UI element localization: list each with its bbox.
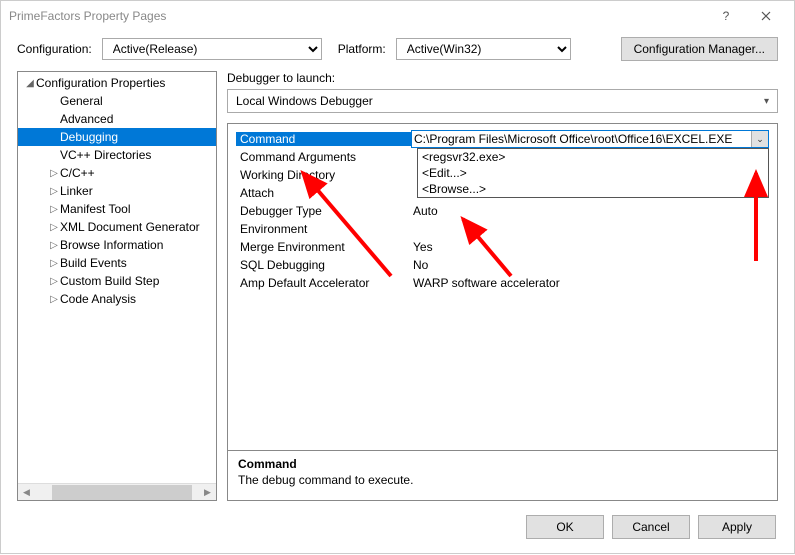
tree-item-custom-build-step[interactable]: ▷Custom Build Step: [18, 272, 216, 290]
chevron-down-icon: ▾: [764, 96, 769, 107]
debugger-launch-label: Debugger to launch:: [227, 71, 778, 85]
configuration-select[interactable]: Active(Release): [102, 38, 322, 60]
tree-item-general[interactable]: General: [18, 92, 216, 110]
description-panel: Command The debug command to execute.: [227, 451, 778, 501]
config-row: Configuration: Active(Release) Platform:…: [1, 31, 794, 71]
tree-item-code-analysis[interactable]: ▷Code Analysis: [18, 290, 216, 308]
chevron-down-icon[interactable]: ⌄: [751, 131, 768, 147]
tree-item-browse-information[interactable]: ▷Browse Information: [18, 236, 216, 254]
description-text: The debug command to execute.: [238, 473, 767, 487]
ok-button[interactable]: OK: [526, 515, 604, 539]
grid-row-merge-environment[interactable]: Merge EnvironmentYes: [236, 238, 769, 256]
dropdown-option[interactable]: <regsvr32.exe>: [418, 149, 768, 165]
tree-item-manifest-tool[interactable]: ▷Manifest Tool: [18, 200, 216, 218]
tree-item-c-c-[interactable]: ▷C/C++: [18, 164, 216, 182]
description-title: Command: [238, 457, 767, 471]
tree-item-vc-directories[interactable]: VC++ Directories: [18, 146, 216, 164]
grid-row-debugger-type[interactable]: Debugger TypeAuto: [236, 202, 769, 220]
tree-item-xml-document-generator[interactable]: ▷XML Document Generator: [18, 218, 216, 236]
tree-item-debugging[interactable]: Debugging: [18, 128, 216, 146]
platform-select[interactable]: Active(Win32): [396, 38, 571, 60]
configuration-manager-button[interactable]: Configuration Manager...: [621, 37, 778, 61]
dropdown-option[interactable]: <Edit...>: [418, 165, 768, 181]
property-grid[interactable]: CommandC:\Program Files\Microsoft Office…: [227, 123, 778, 451]
grid-row-amp-default-accelerator[interactable]: Amp Default AcceleratorWARP software acc…: [236, 274, 769, 292]
configuration-label: Configuration:: [17, 42, 92, 56]
tree-item-linker[interactable]: ▷Linker: [18, 182, 216, 200]
title-bar: PrimeFactors Property Pages ?: [1, 1, 794, 31]
grid-row-command[interactable]: CommandC:\Program Files\Microsoft Office…: [236, 130, 769, 148]
grid-row-sql-debugging[interactable]: SQL DebuggingNo: [236, 256, 769, 274]
apply-button[interactable]: Apply: [698, 515, 776, 539]
window-title: PrimeFactors Property Pages: [9, 9, 706, 23]
tree-item-advanced[interactable]: Advanced: [18, 110, 216, 128]
grid-row-environment[interactable]: Environment: [236, 220, 769, 238]
help-button[interactable]: ?: [706, 2, 746, 30]
cancel-button[interactable]: Cancel: [612, 515, 690, 539]
nav-tree[interactable]: ◢Configuration PropertiesGeneralAdvanced…: [17, 71, 217, 501]
dialog-footer: OK Cancel Apply: [1, 501, 794, 553]
platform-label: Platform:: [338, 42, 386, 56]
command-dropdown[interactable]: <regsvr32.exe><Edit...><Browse...>: [417, 148, 769, 198]
close-icon: [761, 11, 771, 21]
tree-scrollbar[interactable]: ◀ ▶: [18, 483, 216, 500]
tree-root[interactable]: ◢Configuration Properties: [18, 74, 216, 92]
dropdown-option[interactable]: <Browse...>: [418, 181, 768, 197]
tree-item-build-events[interactable]: ▷Build Events: [18, 254, 216, 272]
close-button[interactable]: [746, 2, 786, 30]
debugger-launch-select[interactable]: Local Windows Debugger ▾: [227, 89, 778, 113]
